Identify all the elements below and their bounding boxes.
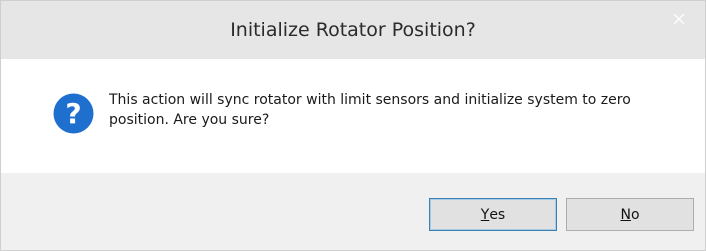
- dialog-title: Initialize Rotator Position?: [230, 19, 476, 41]
- dialog-message: This action will sync rotator with limit…: [109, 92, 631, 128]
- close-icon: [674, 14, 684, 24]
- svg-text:?: ?: [65, 97, 81, 130]
- confirm-dialog: Initialize Rotator Position? ? This acti…: [0, 0, 706, 251]
- no-mnemonic: N: [620, 206, 631, 223]
- dialog-content: ? This action will sync rotator with lim…: [1, 59, 705, 173]
- yes-label-rest: es: [489, 206, 506, 223]
- no-button[interactable]: No: [566, 198, 694, 231]
- yes-button[interactable]: Yes: [429, 198, 557, 231]
- question-icon: ?: [53, 93, 94, 134]
- yes-mnemonic: Y: [480, 206, 490, 223]
- title-bar[interactable]: Initialize Rotator Position?: [1, 1, 705, 59]
- button-bar: Yes No: [1, 173, 705, 250]
- close-button[interactable]: [657, 5, 701, 33]
- no-label-rest: o: [630, 206, 640, 223]
